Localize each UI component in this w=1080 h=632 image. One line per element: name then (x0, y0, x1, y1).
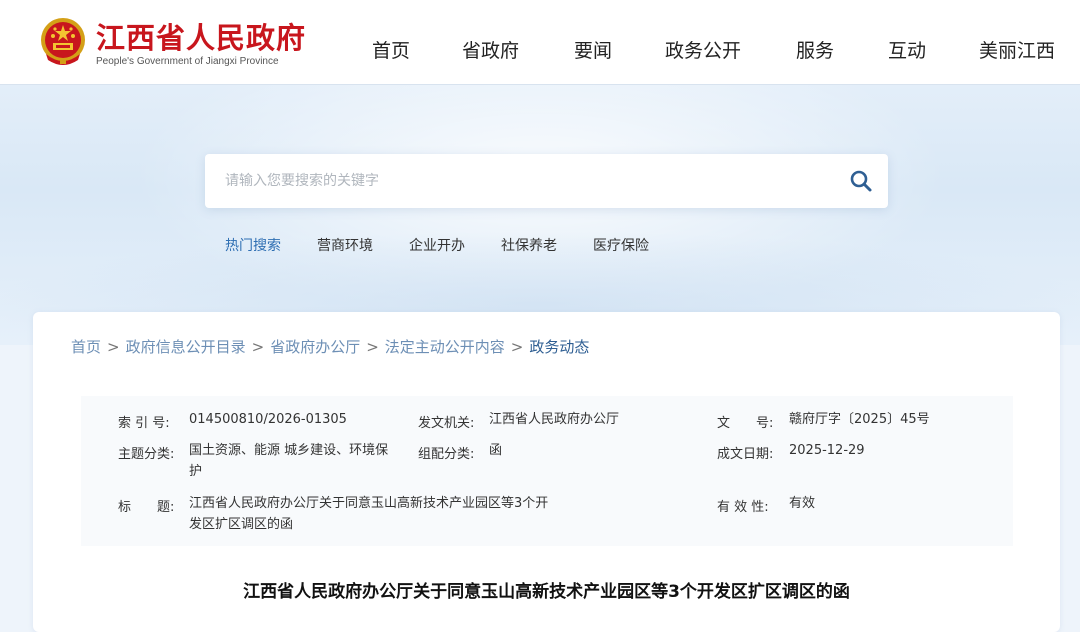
hot-search-item[interactable]: 企业开办 (409, 235, 465, 255)
breadcrumb-separator: > (107, 338, 120, 356)
meta-topic-value: 国土资源、能源 城乡建设、环境保护 (189, 443, 389, 479)
nav-item-government-affairs[interactable]: 政务公开 (665, 36, 741, 63)
meta-group-label: 组配分类: (418, 447, 475, 462)
document-title: 江西省人民政府办公厅关于同意玉山高新技术产业园区等3个开发区扩区调区的函 (243, 582, 850, 602)
meta-issuer-value: 江西省人民政府办公厅 (489, 412, 620, 427)
meta-issuer-label: 发文机关: (418, 416, 475, 431)
meta-title-label: 标 题: (118, 500, 175, 515)
meta-docno-value: 赣府厅字〔2025〕45号 (789, 412, 930, 427)
search-hero: 热门搜索 营商环境 企业开办 社保养老 医疗保险 (0, 85, 1080, 345)
hot-search-item[interactable]: 营商环境 (317, 235, 373, 255)
meta-date-value: 2025-12-29 (789, 443, 865, 458)
search-icon (850, 170, 872, 192)
search-input[interactable] (205, 154, 825, 208)
meta-index-label: 索 引 号: (118, 416, 170, 431)
nav-item-home[interactable]: 首页 (372, 36, 410, 63)
breadcrumb-item-statutory-disclosure[interactable]: 法定主动公开内容 (385, 338, 505, 356)
meta-title-value: 江西省人民政府办公厅关于同意玉山高新技术产业园区等3个开发区扩区调区的函 (189, 496, 549, 532)
breadcrumb-separator: > (366, 338, 379, 356)
meta-date-label: 成文日期: (717, 447, 774, 462)
main-nav: 首页 省政府 要闻 政务公开 服务 互动 美丽江西 (0, 36, 1080, 66)
search-button[interactable] (846, 166, 876, 196)
hot-search-item[interactable]: 医疗保险 (593, 235, 649, 255)
breadcrumb: 首页 > 政府信息公开目录 > 省政府办公厅 > 法定主动公开内容 > 政务动态 (71, 336, 589, 357)
breadcrumb-item-general-office[interactable]: 省政府办公厅 (270, 338, 360, 356)
content-card: 首页 > 政府信息公开目录 > 省政府办公厅 > 法定主动公开内容 > 政务动态 索 引 号: … (33, 312, 1060, 632)
search-box (205, 154, 888, 208)
site-header: 江西省人民政府 People's Government of Jiangxi P… (0, 0, 1080, 85)
nav-item-services[interactable]: 服务 (796, 36, 834, 63)
nav-item-beautiful-jiangxi[interactable]: 美丽江西 (979, 36, 1055, 63)
meta-group-value: 函 (489, 443, 503, 458)
breadcrumb-item-government-news[interactable]: 政务动态 (529, 338, 589, 356)
hot-search-row: 热门搜索 营商环境 企业开办 社保养老 医疗保险 (0, 235, 1080, 257)
meta-docno-label: 文 号: (717, 416, 774, 431)
breadcrumb-item-info-catalog[interactable]: 政府信息公开目录 (126, 338, 246, 356)
breadcrumb-separator: > (510, 338, 524, 356)
nav-item-provincial-government[interactable]: 省政府 (462, 36, 519, 63)
meta-index-value: 014500810/2026-01305 (189, 412, 347, 427)
nav-item-interaction[interactable]: 互动 (888, 36, 926, 63)
hot-search-item[interactable]: 社保养老 (501, 235, 557, 255)
nav-item-news[interactable]: 要闻 (574, 36, 612, 63)
meta-validity-label: 有 效 性: (717, 500, 769, 515)
breadcrumb-item-home[interactable]: 首页 (71, 338, 101, 356)
breadcrumb-separator: > (251, 338, 265, 356)
document-metadata: 索 引 号: 014500810/2026-01305 发文机关: 江西省人民政… (81, 396, 1013, 546)
meta-validity-value: 有效 (789, 496, 816, 511)
meta-topic-label: 主题分类: (118, 447, 175, 462)
hot-search-label: 热门搜索 (225, 238, 281, 254)
